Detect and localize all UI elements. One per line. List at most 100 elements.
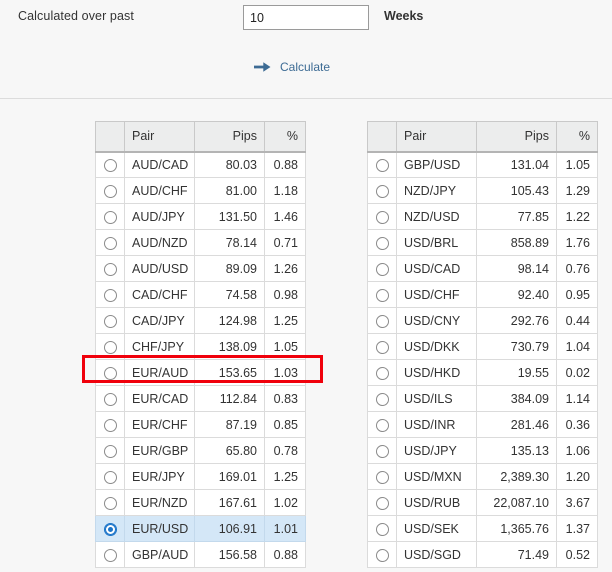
radio-unselected-icon[interactable] (103, 366, 117, 380)
table-row[interactable]: USD/RUB 22,087.10 3.67 (367, 489, 598, 516)
table-row[interactable]: USD/INR 281.46 0.36 (367, 411, 598, 438)
radio-unselected-icon[interactable] (375, 444, 389, 458)
table-row[interactable]: CAD/JPY 124.98 1.25 (95, 307, 306, 334)
row-select-cell[interactable] (95, 177, 125, 204)
row-select-cell[interactable] (367, 463, 397, 490)
row-select-cell[interactable] (95, 489, 125, 516)
radio-unselected-icon[interactable] (103, 418, 117, 432)
table-row[interactable]: USD/CHF 92.40 0.95 (367, 281, 598, 308)
radio-unselected-icon[interactable] (103, 444, 117, 458)
row-select-cell[interactable] (367, 281, 397, 308)
radio-unselected-icon[interactable] (375, 470, 389, 484)
radio-unselected-icon[interactable] (375, 392, 389, 406)
row-select-cell[interactable] (95, 151, 125, 178)
radio-unselected-icon[interactable] (375, 288, 389, 302)
radio-unselected-icon[interactable] (375, 210, 389, 224)
radio-unselected-icon[interactable] (375, 236, 389, 250)
table-row[interactable]: EUR/CAD 112.84 0.83 (95, 385, 306, 412)
row-select-cell[interactable] (95, 255, 125, 282)
table-row[interactable]: USD/CNY 292.76 0.44 (367, 307, 598, 334)
radio-unselected-icon[interactable] (103, 392, 117, 406)
row-select-cell[interactable] (367, 333, 397, 360)
radio-unselected-icon[interactable] (375, 340, 389, 354)
row-select-cell[interactable] (95, 307, 125, 334)
radio-unselected-icon[interactable] (103, 158, 117, 172)
radio-unselected-icon[interactable] (375, 184, 389, 198)
table-row[interactable]: GBP/AUD 156.58 0.88 (95, 541, 306, 568)
radio-unselected-icon[interactable] (103, 496, 117, 510)
table-row[interactable]: AUD/CHF 81.00 1.18 (95, 177, 306, 204)
table-row[interactable]: USD/SEK 1,365.76 1.37 (367, 515, 598, 542)
radio-unselected-icon[interactable] (103, 288, 117, 302)
table-row[interactable]: USD/DKK 730.79 1.04 (367, 333, 598, 360)
radio-unselected-icon[interactable] (375, 496, 389, 510)
table-row[interactable]: AUD/JPY 131.50 1.46 (95, 203, 306, 230)
row-select-cell[interactable] (367, 177, 397, 204)
table-row[interactable]: USD/BRL 858.89 1.76 (367, 229, 598, 256)
table-row[interactable]: EUR/NZD 167.61 1.02 (95, 489, 306, 516)
table-row[interactable]: CAD/CHF 74.58 0.98 (95, 281, 306, 308)
radio-unselected-icon[interactable] (375, 158, 389, 172)
row-select-cell[interactable] (367, 437, 397, 464)
row-select-cell[interactable] (367, 307, 397, 334)
row-select-cell[interactable] (95, 229, 125, 256)
row-select-cell[interactable] (95, 515, 125, 542)
row-select-cell[interactable] (95, 359, 125, 386)
row-select-cell[interactable] (95, 333, 125, 360)
row-select-cell[interactable] (95, 385, 125, 412)
cell-pair: USD/DKK (396, 333, 477, 360)
radio-unselected-icon[interactable] (103, 262, 117, 276)
table-row[interactable]: CHF/JPY 138.09 1.05 (95, 333, 306, 360)
row-select-cell[interactable] (367, 229, 397, 256)
row-select-cell[interactable] (367, 255, 397, 282)
row-select-cell[interactable] (367, 203, 397, 230)
row-select-cell[interactable] (95, 203, 125, 230)
table-row[interactable]: AUD/CAD 80.03 0.88 (95, 151, 306, 178)
table-row[interactable]: EUR/AUD 153.65 1.03 (95, 359, 306, 386)
radio-unselected-icon[interactable] (103, 548, 117, 562)
row-select-cell[interactable] (367, 385, 397, 412)
period-weeks-input[interactable] (243, 5, 369, 30)
table-row[interactable]: EUR/USD 106.91 1.01 (95, 515, 306, 542)
radio-unselected-icon[interactable] (375, 522, 389, 536)
radio-unselected-icon[interactable] (375, 314, 389, 328)
radio-unselected-icon[interactable] (103, 236, 117, 250)
table-row[interactable]: GBP/USD 131.04 1.05 (367, 151, 598, 178)
table-row[interactable]: NZD/JPY 105.43 1.29 (367, 177, 598, 204)
table-row[interactable]: USD/ILS 384.09 1.14 (367, 385, 598, 412)
radio-unselected-icon[interactable] (375, 366, 389, 380)
row-select-cell[interactable] (95, 411, 125, 438)
calculate-link[interactable]: Calculate (280, 60, 330, 74)
table-row[interactable]: USD/HKD 19.55 0.02 (367, 359, 598, 386)
row-select-cell[interactable] (95, 463, 125, 490)
radio-unselected-icon[interactable] (375, 548, 389, 562)
radio-selected-icon[interactable] (103, 522, 117, 536)
row-select-cell[interactable] (367, 541, 397, 568)
table-row[interactable]: NZD/USD 77.85 1.22 (367, 203, 598, 230)
table-row[interactable]: EUR/CHF 87.19 0.85 (95, 411, 306, 438)
table-row[interactable]: AUD/USD 89.09 1.26 (95, 255, 306, 282)
row-select-cell[interactable] (367, 515, 397, 542)
table-row[interactable]: EUR/GBP 65.80 0.78 (95, 437, 306, 464)
table-row[interactable]: AUD/NZD 78.14 0.71 (95, 229, 306, 256)
row-select-cell[interactable] (367, 411, 397, 438)
row-select-cell[interactable] (367, 359, 397, 386)
row-select-cell[interactable] (367, 151, 397, 178)
calculate-action[interactable]: Calculate (254, 60, 330, 74)
radio-unselected-icon[interactable] (103, 210, 117, 224)
radio-unselected-icon[interactable] (103, 184, 117, 198)
row-select-cell[interactable] (367, 489, 397, 516)
table-row[interactable]: EUR/JPY 169.01 1.25 (95, 463, 306, 490)
row-select-cell[interactable] (95, 541, 125, 568)
radio-unselected-icon[interactable] (103, 470, 117, 484)
table-row[interactable]: USD/MXN 2,389.30 1.20 (367, 463, 598, 490)
table-row[interactable]: USD/CAD 98.14 0.76 (367, 255, 598, 282)
radio-unselected-icon[interactable] (103, 340, 117, 354)
radio-unselected-icon[interactable] (103, 314, 117, 328)
table-row[interactable]: USD/SGD 71.49 0.52 (367, 541, 598, 568)
radio-unselected-icon[interactable] (375, 418, 389, 432)
row-select-cell[interactable] (95, 437, 125, 464)
row-select-cell[interactable] (95, 281, 125, 308)
table-row[interactable]: USD/JPY 135.13 1.06 (367, 437, 598, 464)
radio-unselected-icon[interactable] (375, 262, 389, 276)
